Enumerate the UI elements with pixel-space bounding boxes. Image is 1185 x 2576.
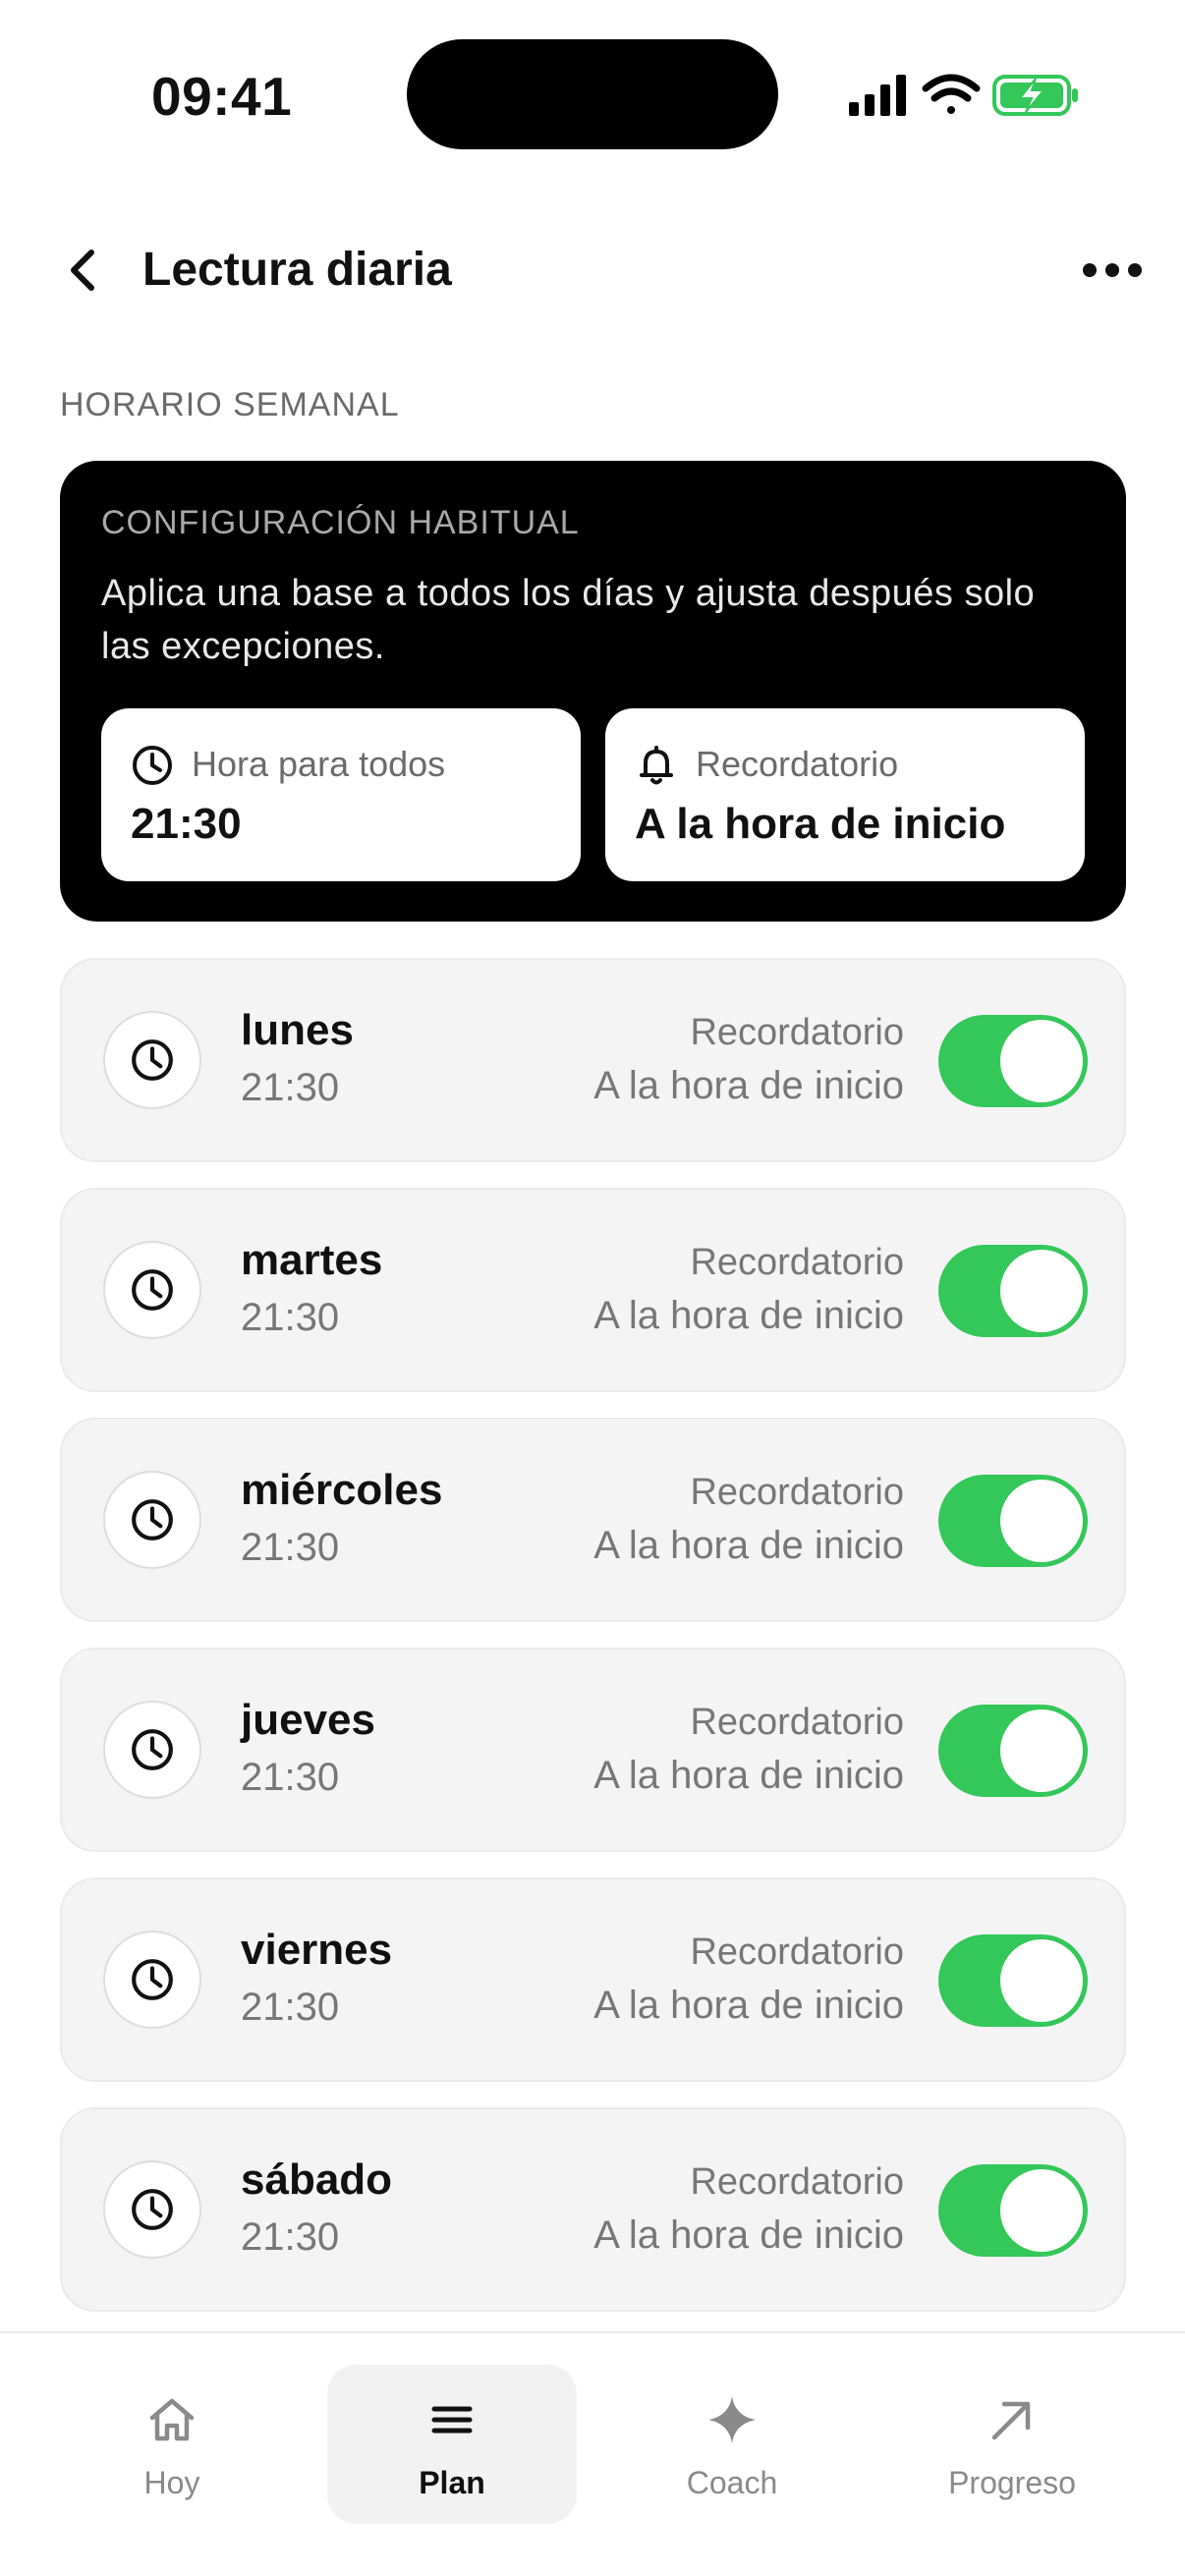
toggle-knob: [1000, 2169, 1083, 2252]
day-toggle[interactable]: [938, 1475, 1088, 1567]
day-reminder-value: A la hora de inicio: [593, 1754, 904, 1797]
day-row-miercoles[interactable]: miércoles 21:30 Recordatorio A la hora d…: [60, 1418, 1126, 1622]
clock-icon: [132, 1499, 173, 1540]
day-clock-button[interactable]: [103, 1241, 201, 1339]
tab-label: Coach: [686, 2465, 778, 2500]
base-config-label: CONFIGURACIÓN HABITUAL: [101, 504, 580, 541]
header: Lectura diaria: [0, 211, 1185, 329]
day-time: 21:30: [241, 1986, 340, 2029]
status-icons: [847, 69, 1083, 124]
more-options-button[interactable]: [1071, 239, 1154, 302]
day-name: sábado: [241, 2156, 393, 2204]
reminder-value: A la hora de inicio: [635, 800, 1006, 848]
tab-hoy[interactable]: Hoy: [47, 2365, 297, 2524]
day-reminder-value: A la hora de inicio: [593, 2213, 904, 2257]
day-reminder-value: A la hora de inicio: [593, 1064, 904, 1107]
tab-label: Plan: [419, 2465, 485, 2500]
dynamic-island: [407, 39, 778, 149]
day-reminder-label: Recordatorio: [690, 1472, 904, 1513]
day-clock-button[interactable]: [103, 1471, 201, 1569]
time-for-all-label: Hora para todos: [192, 744, 446, 784]
toggle-knob: [1000, 1939, 1083, 2022]
day-time: 21:30: [241, 2215, 340, 2259]
day-reminder-value: A la hora de inicio: [593, 1524, 904, 1567]
day-time: 21:30: [241, 1066, 340, 1109]
clock-icon: [132, 1959, 173, 2000]
tab-label: Hoy: [143, 2465, 200, 2500]
time-for-all-value: 21:30: [131, 800, 242, 848]
signal-icon: [849, 75, 906, 116]
base-config-description: Aplica una base a todos los días y ajust…: [101, 573, 1036, 667]
clock-icon: [132, 1269, 173, 1311]
day-name: jueves: [241, 1696, 375, 1744]
day-time: 21:30: [241, 1526, 340, 1569]
day-row-viernes[interactable]: viernes 21:30 Recordatorio A la hora de …: [60, 1877, 1126, 2082]
tab-label: Progreso: [948, 2465, 1076, 2500]
day-toggle[interactable]: [938, 2164, 1088, 2257]
day-row-jueves[interactable]: jueves 21:30 Recordatorio A la hora de i…: [60, 1648, 1126, 1852]
day-reminder-label: Recordatorio: [690, 1702, 904, 1743]
day-reminder-label: Recordatorio: [690, 1242, 904, 1283]
menu-icon: [431, 2406, 473, 2434]
tab-progreso[interactable]: Progreso: [887, 2365, 1137, 2524]
day-name: martes: [241, 1236, 383, 1284]
arrow-up-right-icon: [991, 2401, 1031, 2440]
base-config-card: CONFIGURACIÓN HABITUAL Aplica una base a…: [60, 461, 1126, 922]
toggle-knob: [1000, 1709, 1083, 1792]
clock-icon: [132, 1729, 173, 1770]
wifi-icon: [922, 74, 981, 114]
day-time: 21:30: [241, 1296, 340, 1339]
tab-coach[interactable]: Coach: [607, 2365, 857, 2524]
tab-bar: Hoy Plan Coach Progreso: [0, 2331, 1185, 2576]
day-clock-button[interactable]: [103, 2160, 201, 2259]
day-reminder-label: Recordatorio: [690, 2161, 904, 2203]
status-bar: 09:41: [0, 0, 1185, 187]
back-button[interactable]: [49, 239, 118, 302]
toggle-knob: [1000, 1250, 1083, 1332]
more-dots-icon: [1083, 263, 1142, 277]
clock-icon: [133, 746, 172, 785]
day-reminder-label: Recordatorio: [690, 1012, 904, 1053]
clock-icon: [132, 2189, 173, 2230]
toggle-knob: [1000, 1480, 1083, 1562]
status-time: 09:41: [151, 66, 293, 127]
day-toggle[interactable]: [938, 1934, 1088, 2027]
day-name: viernes: [241, 1926, 393, 1974]
sparkle-icon: [708, 2396, 756, 2443]
day-reminder-value: A la hora de inicio: [593, 1294, 904, 1337]
day-clock-button[interactable]: [103, 1931, 201, 2029]
bell-icon: [640, 746, 673, 785]
tab-plan[interactable]: Plan: [327, 2365, 577, 2524]
reminder-label: Recordatorio: [696, 744, 899, 784]
day-reminder-value: A la hora de inicio: [593, 1984, 904, 2027]
day-row-sabado[interactable]: sábado 21:30 Recordatorio A la hora de i…: [60, 2107, 1126, 2312]
day-name: lunes: [241, 1006, 354, 1054]
day-clock-button[interactable]: [103, 1011, 201, 1109]
reminder-tile[interactable]: Recordatorio A la hora de inicio: [605, 708, 1085, 881]
section-label: HORARIO SEMANAL: [60, 386, 400, 423]
day-name: miércoles: [241, 1466, 443, 1514]
home-icon: [149, 2398, 195, 2441]
day-row-lunes[interactable]: lunes 21:30 Recordatorio A la hora de in…: [60, 958, 1126, 1162]
day-toggle[interactable]: [938, 1705, 1088, 1797]
day-clock-button[interactable]: [103, 1701, 201, 1799]
toggle-knob: [1000, 1020, 1083, 1102]
chevron-left-icon: [71, 250, 94, 291]
clock-icon: [132, 1039, 173, 1081]
day-reminder-label: Recordatorio: [690, 1932, 904, 1973]
day-toggle[interactable]: [938, 1245, 1088, 1337]
time-for-all-tile[interactable]: Hora para todos 21:30: [101, 708, 581, 881]
day-time: 21:30: [241, 1756, 340, 1799]
page-title: Lectura diaria: [142, 244, 452, 296]
day-toggle[interactable]: [938, 1015, 1088, 1107]
day-row-martes[interactable]: martes 21:30 Recordatorio A la hora de i…: [60, 1188, 1126, 1392]
battery-charging-icon: [992, 75, 1078, 116]
